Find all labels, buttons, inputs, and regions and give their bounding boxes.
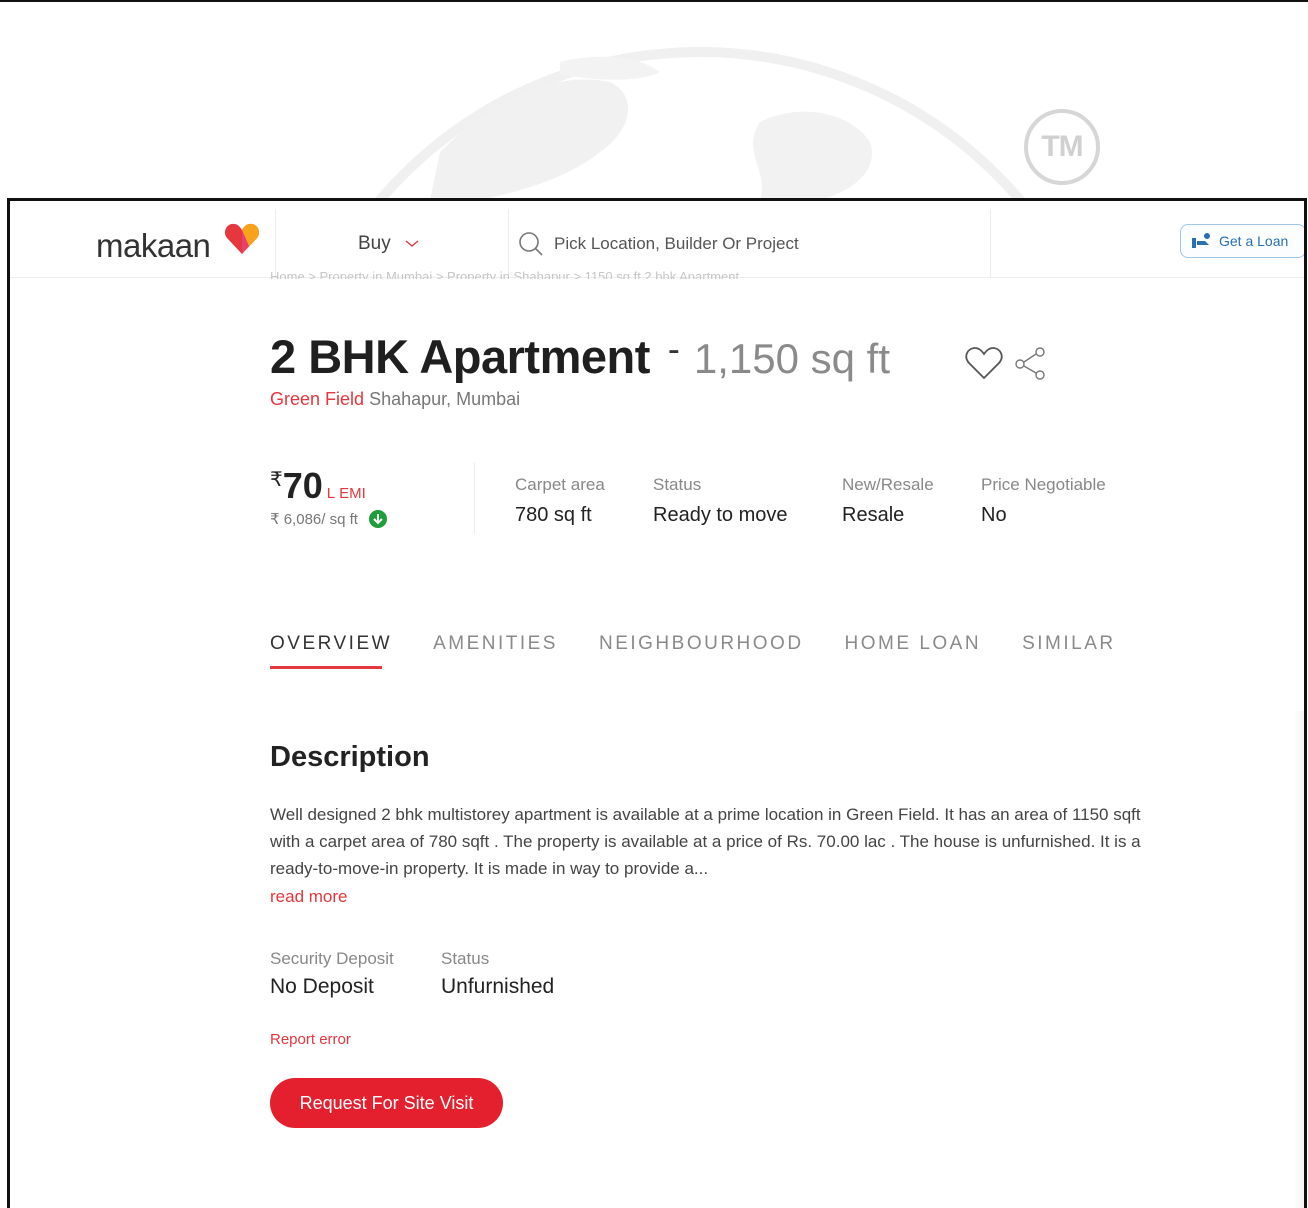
site-header: makaan Buy Pick Location, Builder Or Pro… [10, 209, 1304, 278]
logo-text: makaan [96, 227, 211, 264]
price-per-sqft: ₹ 6,086/ sq ft [270, 509, 388, 529]
get-loan-button[interactable]: Get a Loan [1180, 224, 1304, 258]
header-divider [990, 209, 991, 277]
header-divider [508, 209, 509, 277]
stat-price-negotiable: Price Negotiable No [981, 475, 1106, 527]
stat-label: Price Negotiable [981, 475, 1106, 494]
project-link[interactable]: Green Field [270, 389, 364, 409]
stat-status: Status Ready to move [653, 475, 788, 527]
description-text: Well designed 2 bhk multistorey apartmen… [270, 805, 1141, 878]
detail-label: Status [441, 949, 490, 968]
price-amount: 70 [282, 465, 323, 506]
heart-logo-icon [224, 223, 260, 254]
chevron-down-icon [405, 240, 419, 247]
price-down-badge-icon[interactable] [368, 509, 388, 529]
price-per-sqft-value: ₹ 6,086/ sq ft [270, 511, 358, 528]
stat-new-resale: New/Resale Resale [842, 475, 934, 527]
section-tabs: OVERVIEW AMENITIES NEIGHBOURHOOD HOME LO… [270, 633, 1157, 669]
report-error-link[interactable]: Report error [270, 1031, 351, 1048]
trademark-icon: TM [1024, 109, 1100, 185]
stat-value: 780 sq ft [515, 504, 592, 526]
tab-neighbourhood[interactable]: NEIGHBOURHOOD [599, 633, 804, 669]
stat-value: Ready to move [653, 504, 788, 526]
stat-value: Resale [842, 504, 905, 526]
breadcrumb[interactable]: Home > Property in Mumbai > Property in … [270, 269, 739, 279]
emi-link[interactable]: EMI [339, 485, 366, 502]
loan-icon [1192, 233, 1210, 248]
stat-label: Carpet area [515, 475, 605, 494]
tab-home-loan[interactable]: HOME LOAN [845, 633, 982, 669]
heart-icon[interactable] [964, 345, 1004, 381]
browser-frame: makaan Buy Pick Location, Builder Or Pro… [7, 198, 1307, 1208]
detail-furnishing-status: Status Unfurnished [441, 949, 554, 999]
search-icon [519, 232, 543, 256]
currency-symbol: ₹ [270, 469, 283, 491]
search-placeholder: Pick Location, Builder Or Project [554, 234, 799, 253]
tab-similar[interactable]: SIMILAR [1022, 633, 1116, 669]
title-separator: - [667, 328, 680, 369]
detail-security-deposit: Security Deposit No Deposit [270, 949, 394, 999]
description-heading: Description [270, 741, 430, 773]
header-divider [275, 209, 276, 277]
price-unit: L [326, 485, 336, 502]
request-site-visit-button[interactable]: Request For Site Visit [270, 1078, 503, 1128]
stat-label: New/Resale [842, 475, 934, 494]
price-stats-divider [474, 463, 475, 533]
listing-location: Green Field Shahapur, Mumbai [270, 389, 520, 410]
tab-overview[interactable]: OVERVIEW [270, 633, 392, 669]
stat-value: No [981, 504, 1007, 526]
background-globe-watermark: TM [0, 2, 1308, 200]
locality-link[interactable]: Shahapur, [369, 389, 451, 409]
get-loan-label: Get a Loan [1219, 233, 1289, 249]
listing-actions [964, 345, 1048, 381]
search-input[interactable]: Pick Location, Builder Or Project [518, 231, 799, 257]
side-panel-edge [1294, 711, 1304, 1208]
detail-value: No Deposit [270, 975, 374, 998]
stat-carpet-area: Carpet area 780 sq ft [515, 475, 605, 527]
detail-value: Unfurnished [441, 975, 555, 998]
listing-title-row: 2 BHK Apartment - 1,150 sq ft [270, 328, 891, 384]
detail-label: Security Deposit [270, 949, 394, 968]
buy-label: Buy [358, 233, 391, 254]
makaan-logo[interactable]: makaan [96, 223, 260, 265]
listing-area: 1,150 sq ft [693, 335, 891, 382]
price-block: ₹70 L EMI [270, 465, 366, 507]
tab-amenities[interactable]: AMENITIES [433, 633, 558, 669]
globe-icon [373, 47, 1027, 200]
page-title: 2 BHK Apartment [270, 330, 650, 383]
buy-dropdown[interactable]: Buy [358, 233, 419, 255]
city-link[interactable]: Mumbai [456, 389, 520, 409]
share-icon[interactable] [1014, 345, 1048, 381]
read-more-link[interactable]: read more [270, 887, 347, 907]
stat-label: Status [653, 475, 702, 494]
